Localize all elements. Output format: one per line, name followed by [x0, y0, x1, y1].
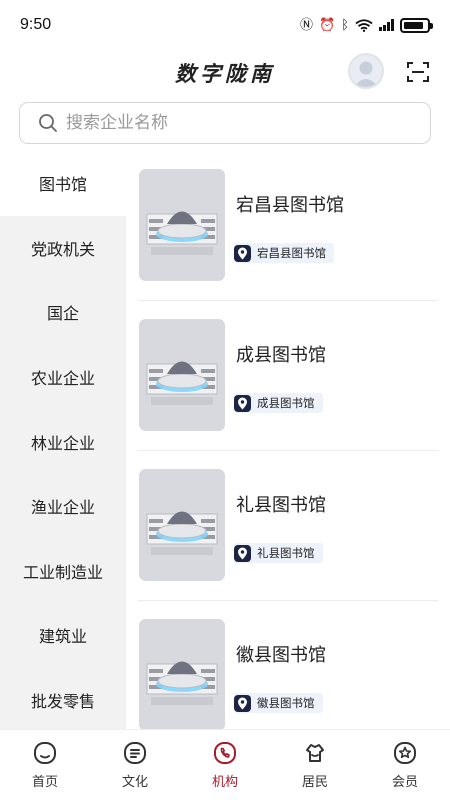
tag-label: 成县图书馆	[257, 396, 315, 410]
library-building-image	[139, 469, 225, 581]
sidebar-item-manufacturing[interactable]: 工业制造业	[0, 539, 126, 604]
card-title: 宕昌县图书馆	[236, 195, 344, 216]
library-building-image	[139, 319, 225, 431]
nav-label: 文化	[121, 775, 148, 790]
card-title: 徽县图书馆	[236, 645, 326, 666]
app-header: 数字陇南	[0, 50, 450, 98]
organization-list: 宕昌县图书馆 宕昌县图书馆 成县图书馆 成县图书馆 礼县图书馆 礼县图书馆 徽县…	[126, 151, 450, 729]
battery-icon	[400, 17, 433, 33]
signal-icon	[379, 19, 394, 31]
nfc-icon: Ⓝ	[299, 17, 313, 33]
location-pin-icon	[234, 244, 251, 262]
user-avatar-icon	[354, 61, 378, 87]
sidebar-item-label: 渔业企业	[30, 498, 95, 518]
status-bar: 9:50 Ⓝ ⏰ ᛒ	[0, 0, 450, 50]
nav-item-culture[interactable]: 文化	[90, 730, 180, 800]
nav-label: 居民	[301, 775, 328, 790]
location-tag: 成县图书馆	[234, 393, 323, 413]
sidebar-item-label: 农业企业	[30, 369, 95, 389]
sidebar-item-government[interactable]: 党政机关	[0, 216, 126, 281]
sidebar-item-label: 建筑业	[38, 627, 87, 647]
status-icons: Ⓝ ⏰ ᛒ	[299, 17, 433, 33]
list-item[interactable]: 宕昌县图书馆 宕昌县图书馆	[126, 151, 450, 301]
home-icon	[34, 742, 56, 764]
nav-label: 首页	[31, 775, 58, 790]
search-bar[interactable]	[19, 102, 431, 144]
card-title: 礼县图书馆	[236, 495, 326, 516]
tag-label: 宕昌县图书馆	[257, 246, 326, 260]
location-tag: 宕昌县图书馆	[234, 243, 334, 263]
nav-item-resident[interactable]: 居民	[270, 730, 360, 800]
sidebar-item-label: 批发零售	[30, 692, 95, 712]
bottom-nav: 首页 文化 机构 居民 会员	[0, 729, 450, 800]
library-building-image	[139, 619, 225, 729]
card-title: 成县图书馆	[236, 345, 326, 366]
sidebar-item-wholesale-retail[interactable]: 批发零售	[0, 668, 126, 729]
location-tag: 徽县图书馆	[234, 693, 323, 713]
sidebar-item-state-enterprise[interactable]: 国企	[0, 280, 126, 345]
location-pin-icon	[234, 544, 251, 562]
list-item[interactable]: 成县图书馆 成县图书馆	[126, 301, 450, 451]
sidebar-item-construction[interactable]: 建筑业	[0, 603, 126, 668]
nav-label: 机构	[211, 775, 238, 790]
nav-item-home[interactable]: 首页	[0, 730, 90, 800]
resident-icon	[306, 744, 324, 762]
search-icon	[39, 114, 57, 132]
sidebar-item-label: 图书馆	[38, 175, 87, 195]
nav-item-member[interactable]: 会员	[360, 730, 450, 800]
status-time: 9:50	[20, 16, 52, 33]
nav-label: 会员	[391, 775, 418, 790]
scan-icon[interactable]	[407, 61, 429, 83]
sidebar-item-label: 林业企业	[30, 433, 95, 453]
location-pin-icon	[234, 394, 251, 412]
main-content: 图书馆 党政机关 国企 农业企业 林业企业 渔业企业 工业制造业 建筑业 批发零…	[0, 151, 450, 729]
sidebar-item-label: 工业制造业	[22, 562, 103, 582]
nav-item-organization[interactable]: 机构	[180, 730, 270, 800]
sidebar-item-library[interactable]: 图书馆	[0, 151, 126, 216]
location-pin-icon	[234, 694, 251, 712]
search-input[interactable]	[66, 113, 366, 133]
library-building-image	[139, 169, 225, 281]
member-icon	[394, 742, 416, 764]
location-tag: 礼县图书馆	[234, 543, 323, 563]
culture-icon	[124, 742, 146, 764]
tag-label: 礼县图书馆	[257, 546, 315, 560]
category-sidebar: 图书馆 党政机关 国企 农业企业 林业企业 渔业企业 工业制造业 建筑业 批发零…	[0, 151, 126, 729]
bluetooth-icon: ᛒ	[341, 17, 349, 33]
sidebar-item-label: 国企	[46, 304, 79, 324]
organization-icon	[214, 742, 236, 764]
sidebar-item-label: 党政机关	[30, 239, 95, 259]
tag-label: 徽县图书馆	[257, 696, 315, 710]
sidebar-item-forestry[interactable]: 林业企业	[0, 409, 126, 474]
wifi-icon	[355, 18, 373, 32]
sidebar-item-fishery[interactable]: 渔业企业	[0, 474, 126, 539]
sidebar-item-agriculture[interactable]: 农业企业	[0, 345, 126, 410]
avatar[interactable]	[348, 53, 384, 89]
alarm-icon: ⏰	[319, 17, 336, 33]
list-item[interactable]: 徽县图书馆 徽县图书馆	[126, 601, 450, 729]
list-item[interactable]: 礼县图书馆 礼县图书馆	[126, 451, 450, 601]
